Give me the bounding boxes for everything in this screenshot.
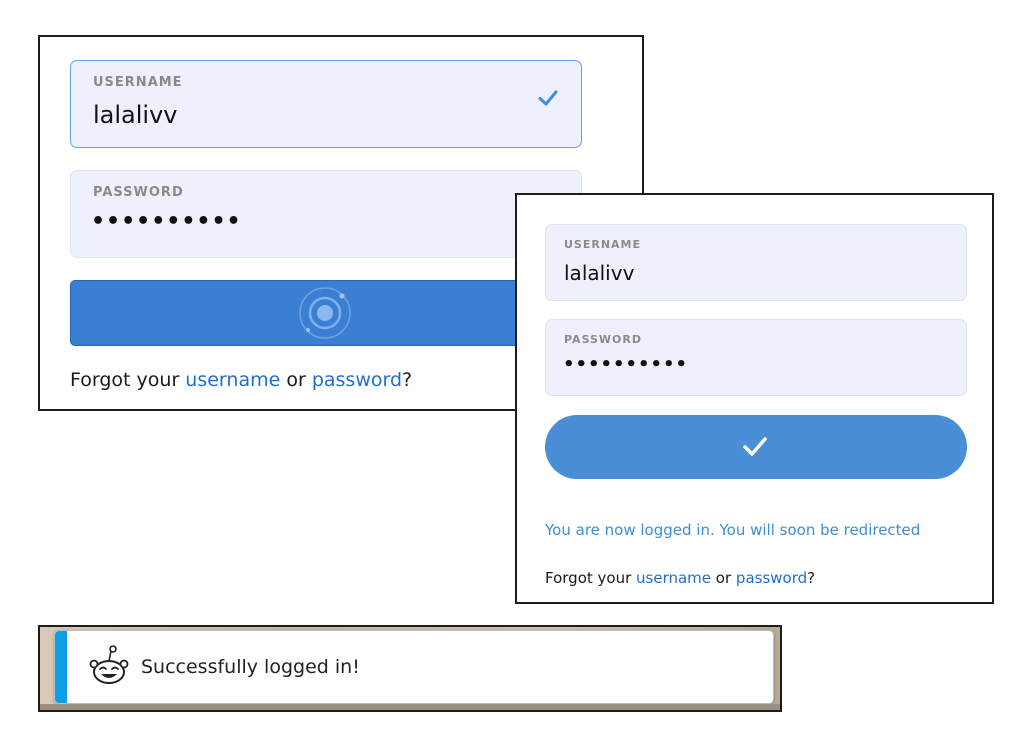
username-field[interactable]: USERNAME lalalivv	[545, 224, 967, 301]
forgot-prefix: Forgot your	[70, 369, 186, 391]
forgot-prefix: Forgot your	[545, 569, 637, 587]
checkmark-icon	[740, 433, 770, 465]
background-strip	[40, 704, 780, 710]
username-label: USERNAME	[564, 238, 642, 251]
toast-message: Successfully logged in!	[141, 656, 360, 678]
success-toast[interactable]: Successfully logged in!	[54, 630, 774, 704]
username-value: lalalivv	[93, 101, 178, 129]
forgot-password-link[interactable]: password	[312, 369, 402, 391]
username-label: USERNAME	[93, 75, 183, 90]
forgot-username-link[interactable]: username	[185, 369, 280, 391]
login-button[interactable]	[545, 415, 967, 479]
password-label: PASSWORD	[93, 185, 184, 200]
password-value: ••••••••••	[563, 354, 689, 375]
forgot-suffix: ?	[402, 369, 413, 391]
forgot-username-link[interactable]: username	[636, 569, 711, 587]
login-panel-success: USERNAME lalalivv PASSWORD •••••••••• Yo…	[515, 193, 994, 604]
forgot-credentials-text: Forgot your username or password?	[545, 569, 815, 587]
loading-spinner-icon	[295, 283, 355, 347]
toast-screenshot: Successfully logged in!	[38, 625, 782, 712]
username-field[interactable]: USERNAME lalalivv	[70, 60, 582, 148]
forgot-middle: or	[280, 369, 312, 391]
toast-accent-bar	[55, 631, 67, 703]
checkmark-icon	[537, 87, 559, 113]
password-label: PASSWORD	[564, 333, 643, 346]
password-field[interactable]: PASSWORD ••••••••••	[70, 170, 582, 258]
username-value: lalalivv	[564, 261, 635, 285]
forgot-suffix: ?	[807, 569, 816, 587]
forgot-credentials-text: Forgot your username or password?	[70, 369, 412, 391]
password-field[interactable]: PASSWORD ••••••••••	[545, 319, 967, 396]
forgot-password-link[interactable]: password	[736, 569, 807, 587]
snoo-icon	[89, 644, 129, 692]
login-success-message: You are now logged in. You will soon be …	[545, 521, 921, 539]
password-value: ••••••••••	[91, 209, 242, 234]
forgot-middle: or	[711, 569, 736, 587]
